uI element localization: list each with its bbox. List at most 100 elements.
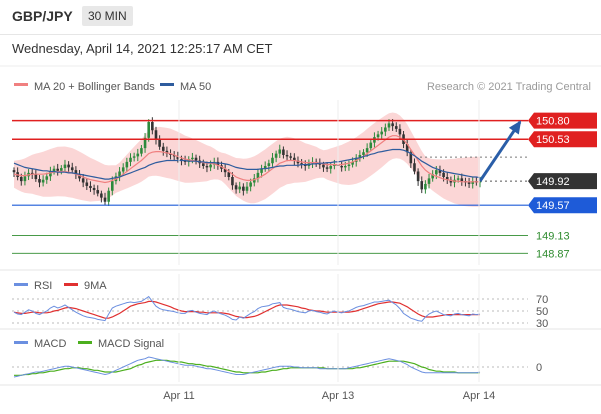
candle-body (380, 131, 384, 135)
candle-body (23, 176, 27, 182)
candle-body (376, 134, 380, 138)
candle-body (249, 182, 252, 187)
price-chart: MA 20 + Bollinger Bands MA 50 Research ©… (0, 65, 601, 402)
candle-body (92, 188, 96, 191)
rsi-level-label: 30 (536, 318, 548, 330)
candle-body (34, 174, 38, 180)
rsi-legend: RSI 9MA (14, 280, 107, 292)
legend-label-ma50: MA 50 (180, 81, 211, 93)
chart-widget: GBP/JPY 30 MIN Wednesday, April 14, 2021… (0, 0, 601, 414)
level-label-resistance: 150.53 (536, 134, 570, 146)
candle-body (231, 177, 234, 186)
level-label-support: 149.57 (536, 200, 570, 212)
candle-body (205, 166, 209, 168)
candle-body (154, 130, 158, 140)
candle-body (369, 142, 373, 149)
macd-legend: MACD MACD Signal (14, 338, 164, 350)
candle-body (110, 181, 114, 191)
candle-body (322, 164, 325, 168)
candle-body (387, 123, 391, 128)
candle-body (56, 168, 59, 171)
level-label-target: 148.87 (536, 248, 570, 260)
level-label-current: 149.92 (536, 176, 570, 188)
candle-body (132, 156, 136, 158)
candle-body (391, 123, 394, 127)
candle-body (38, 179, 41, 183)
candle-body (416, 171, 420, 182)
candle-body (460, 178, 464, 182)
x-axis: Apr 11 Apr 13 Apr 14 (163, 100, 495, 402)
macd-signal-line (14, 359, 480, 376)
candle-body (238, 186, 242, 190)
candle-body (45, 176, 49, 180)
candle-body (12, 170, 16, 173)
candle-body (274, 153, 278, 158)
candle-body (136, 153, 140, 157)
candle-body (194, 157, 198, 161)
candle-body (70, 167, 74, 171)
candle-body (271, 157, 274, 164)
candle-body (413, 163, 416, 172)
price-legend: MA 20 + Bollinger Bands MA 50 Research ©… (14, 81, 591, 93)
candle-body (191, 157, 194, 160)
candle-body (81, 178, 85, 183)
candle-body (100, 193, 103, 198)
candle-body (384, 127, 387, 132)
candle-body (202, 163, 205, 166)
candle-body (67, 164, 70, 168)
x-tick-label: Apr 13 (322, 390, 354, 402)
x-tick-label: Apr 11 (163, 390, 195, 402)
candle-body (209, 164, 212, 168)
candle-body (289, 156, 292, 158)
candle-body (442, 172, 445, 177)
candle-body (282, 149, 285, 155)
legend-label-ma20: MA 20 + Bollinger Bands (34, 81, 155, 93)
legend-swatch-ma50 (160, 83, 174, 86)
candle-body (63, 164, 67, 169)
candle-body (340, 166, 343, 168)
legend-label-9ma: 9MA (84, 280, 107, 292)
candle-body (285, 155, 289, 157)
candle-body (103, 197, 107, 202)
rsi-level-label: 50 (536, 306, 548, 318)
candle-body (158, 139, 161, 147)
candle-body (343, 166, 347, 168)
price-panel: 150.80 150.53 149.92 149.57 149.13 148.87 (12, 112, 597, 260)
candle-body (121, 167, 125, 172)
candle-body (147, 122, 151, 138)
candle-body (398, 128, 402, 135)
legend-label-macd: MACD (34, 338, 66, 350)
legend-swatch-rsi (14, 283, 28, 286)
forecast-arrow-icon (508, 120, 522, 135)
macd-level-label: 0 (536, 362, 542, 374)
legend-swatch-macd-signal (78, 341, 92, 344)
legend-label-rsi: RSI (34, 280, 52, 292)
candle-body (394, 126, 398, 129)
candle-body (362, 152, 365, 155)
candle-body (234, 185, 238, 190)
candle-body (467, 182, 471, 184)
candle-body (140, 148, 143, 154)
candle-body (161, 146, 165, 151)
candle-body (242, 186, 245, 191)
legend-label-macd-signal: MACD Signal (98, 338, 164, 350)
candle-body (427, 178, 431, 184)
macd-panel: 0 (12, 356, 542, 378)
candle-body (96, 190, 100, 194)
candle-body (267, 163, 271, 166)
candle-body (435, 170, 438, 175)
candle-body (424, 183, 427, 190)
candle-body (329, 166, 333, 169)
legend-swatch-ma20 (14, 83, 28, 86)
legend-swatch-macd (14, 341, 28, 344)
candle-body (420, 181, 424, 190)
candle-body (19, 177, 23, 182)
level-label-target: 149.13 (536, 230, 570, 242)
rsi-level-label: 70 (536, 294, 548, 306)
candle-body (278, 149, 282, 154)
candle-body (89, 185, 92, 188)
candle-body (365, 148, 369, 153)
candle-body (456, 178, 460, 180)
candle-body (125, 161, 129, 168)
x-tick-label: Apr 14 (463, 390, 495, 402)
